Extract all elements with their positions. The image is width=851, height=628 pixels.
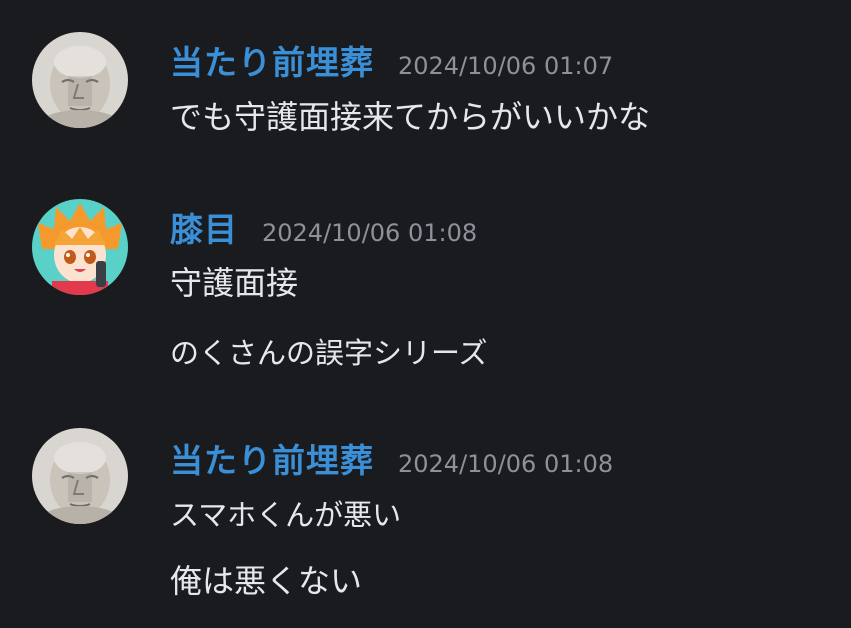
man-face-avatar-icon [32,428,128,524]
timestamp[interactable]: 2024/10/06 01:07 [398,52,613,80]
chat-log: 当たり前埋葬 2024/10/06 01:07 でも守護面接来てからがいいかな … [0,0,851,628]
message-header: 当たり前埋葬 2024/10/06 01:07 [170,36,613,84]
message-header: 膝目 2024/10/06 01:08 [170,203,477,251]
avatar[interactable] [32,199,128,295]
avatar[interactable] [32,428,128,524]
message-text: 俺は悪くない [170,562,363,600]
message-text: 守護面接 [170,264,299,302]
username[interactable]: 膝目 [170,203,238,251]
message-header: 当たり前埋葬 2024/10/06 01:08 [170,434,613,482]
anime-character-avatar-icon [32,199,128,295]
avatar[interactable] [32,32,128,128]
message-text: スマホくんが悪い [170,498,402,532]
man-face-avatar-icon [32,32,128,128]
username[interactable]: 当たり前埋葬 [170,36,374,84]
timestamp[interactable]: 2024/10/06 01:08 [398,450,613,478]
username[interactable]: 当たり前埋葬 [170,434,374,482]
timestamp[interactable]: 2024/10/06 01:08 [262,219,477,247]
message-text: でも守護面接来てからがいいかな [170,98,651,136]
message-text: のくさんの誤字シリーズ [170,336,488,370]
